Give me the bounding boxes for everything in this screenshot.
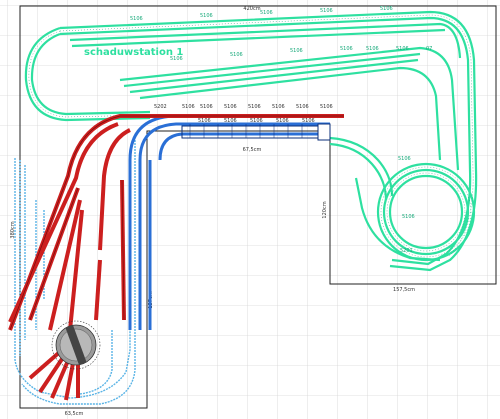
svg-text:5106: 5106 (302, 118, 315, 124)
svg-text:5202: 5202 (154, 104, 167, 110)
svg-text:5106: 5106 (200, 13, 213, 19)
svg-text:5106: 5106 (200, 104, 213, 110)
svg-text:5106: 5106 (260, 10, 273, 16)
dim-left: 380cm (10, 221, 16, 238)
svg-text:5106: 5106 (250, 118, 263, 124)
svg-text:5106: 5106 (398, 156, 411, 162)
svg-text:5106: 5106 (380, 6, 393, 12)
track-plan-diagram: 420cm 380cm 63,5cm 157,5cm 120cm 67,5cm … (0, 0, 500, 419)
svg-text:5106: 5106 (276, 118, 289, 124)
svg-text:5201: 5201 (400, 248, 413, 254)
svg-text:5106: 5106 (130, 16, 143, 22)
svg-text:5106: 5106 (224, 118, 237, 124)
svg-text:5106: 5106 (340, 46, 353, 52)
svg-text:5106: 5106 (248, 104, 261, 110)
svg-text:5106: 5106 (272, 104, 285, 110)
svg-text:5106: 5106 (402, 214, 415, 220)
svg-text:07: 07 (426, 46, 432, 52)
svg-text:5106: 5106 (198, 118, 211, 124)
svg-text:5106: 5106 (182, 104, 195, 110)
dim-bottom-left: 63,5cm (65, 411, 84, 417)
dim-top: 420cm (243, 6, 260, 12)
dim-inner-vertical: 120cm (322, 201, 328, 218)
plan-title: schaduwstation 1 (84, 47, 183, 58)
svg-text:5106: 5106 (320, 104, 333, 110)
svg-text:5106: 5106 (320, 8, 333, 14)
dim-inner-top: 67,5cm (243, 147, 262, 153)
svg-text:5106: 5106 (296, 104, 309, 110)
svg-text:5106: 5106 (224, 104, 237, 110)
svg-text:5106: 5106 (230, 52, 243, 58)
svg-text:5106: 5106 (290, 48, 303, 54)
svg-text:5106: 5106 (366, 46, 379, 52)
svg-text:5106: 5106 (396, 46, 409, 52)
dim-bottom-right: 157,5cm (393, 287, 415, 293)
